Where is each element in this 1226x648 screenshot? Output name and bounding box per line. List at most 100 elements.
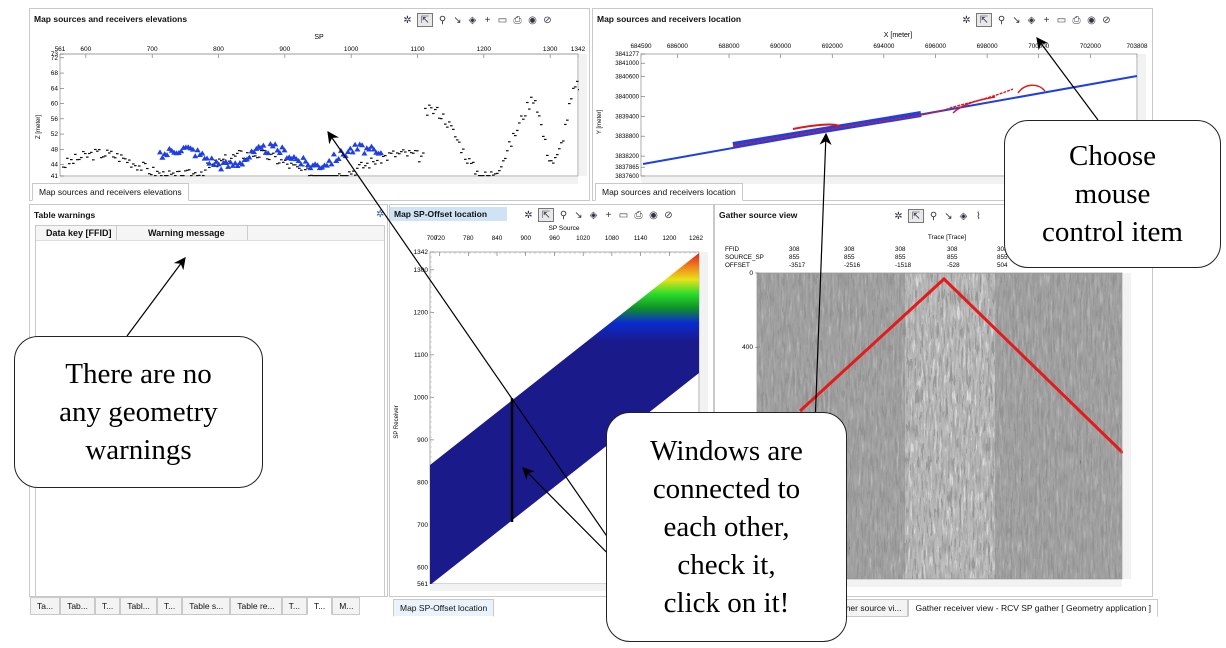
receiver-mark — [336, 175, 339, 177]
bottom-tab[interactable]: T... — [156, 597, 183, 615]
pick-icon[interactable]: ↘ — [573, 210, 584, 221]
bottom-tab[interactable]: Table re... — [230, 597, 282, 615]
comment-icon[interactable]: ▭ — [1056, 15, 1067, 26]
layers-icon[interactable]: ◈ — [588, 210, 599, 221]
x-axis-label: Trace [Trace] — [928, 234, 966, 241]
column-header-data-key[interactable]: Data key [FFID] — [46, 228, 112, 238]
tab-gather-receiver[interactable]: Gather receiver view - RCV SP gather [ G… — [908, 599, 1159, 617]
compass-icon[interactable]: ⊘ — [663, 210, 674, 221]
receiver-mark — [554, 156, 557, 159]
receiver-mark — [200, 171, 203, 173]
x-tick-label: 600 — [80, 46, 91, 53]
mouse-mode-icon[interactable]: ⇱ — [908, 209, 924, 223]
receiver-mark — [258, 156, 261, 158]
bottom-tab[interactable]: T... — [306, 597, 333, 615]
compass-icon[interactable]: ⊘ — [1101, 15, 1112, 26]
crosshair-icon[interactable]: + — [1041, 15, 1052, 26]
x-tick-label: 698000 — [977, 43, 999, 50]
receiver-mark — [432, 112, 435, 115]
pick-icon[interactable]: ↘ — [452, 15, 463, 26]
tab-location[interactable]: Map sources and receivers location — [595, 183, 743, 201]
tab-sp-offset[interactable]: Map SP-Offset location — [393, 599, 495, 617]
x-tick-label: 703808 — [1126, 43, 1148, 50]
bottom-tab[interactable]: T... — [281, 597, 307, 615]
receiver-mark — [236, 152, 239, 155]
mouse-mode-icon[interactable]: ⇱ — [417, 13, 433, 27]
comment-icon[interactable]: ▭ — [618, 210, 629, 221]
layers-icon[interactable]: ◈ — [958, 211, 969, 222]
receiver-mark — [68, 163, 71, 165]
export-icon[interactable]: ⎙ — [633, 210, 644, 221]
compass-icon[interactable]: ⊘ — [542, 15, 553, 26]
mouse-mode-icon[interactable]: ⇱ — [976, 13, 992, 27]
tab-elevations[interactable]: Map sources and receivers elevations — [32, 183, 189, 201]
receiver-mark — [406, 155, 409, 157]
bottom-tab[interactable]: T... — [94, 597, 121, 615]
y-tick-label: 3841000 — [615, 60, 639, 67]
x-axis-label: X [meter] — [884, 32, 912, 39]
receiver-mark — [306, 167, 309, 169]
receiver-mark — [400, 151, 403, 153]
column-header-warning-message[interactable]: Warning message — [148, 228, 225, 238]
bottom-tab[interactable]: Tabl... — [120, 597, 157, 615]
zoom-fit-icon[interactable]: ◉ — [527, 15, 538, 26]
header-value: 855 — [789, 254, 800, 261]
x-axis-label: SP Source — [549, 225, 580, 232]
receiver-mark — [90, 151, 93, 153]
settings-gear-icon[interactable]: ✲ — [523, 210, 534, 221]
receiver-mark — [70, 159, 73, 161]
receiver-mark — [454, 136, 457, 138]
y-tick-label: 3839400 — [615, 113, 639, 120]
settings-gear-icon[interactable]: ✲ — [402, 15, 413, 26]
receiver-mark — [556, 154, 559, 156]
settings-gear-icon[interactable]: ✲ — [893, 211, 904, 222]
receiver-mark — [354, 174, 357, 176]
receiver-mark — [166, 175, 169, 177]
zoom-fit-icon[interactable]: ◉ — [1086, 15, 1097, 26]
receiver-mark — [526, 101, 529, 104]
receiver-mark — [352, 170, 355, 172]
receiver-mark — [542, 135, 545, 138]
zoom-icon[interactable]: ⚲ — [558, 210, 569, 221]
receiver-mark — [120, 154, 123, 156]
receiver-mark — [448, 121, 451, 123]
x-tick-label: 1020 — [576, 235, 591, 242]
bottom-tab-bar: Ta... Tab... T... Tabl... T... Table s... Tabl… — [30, 597, 361, 615]
settings-gear-icon[interactable]: ✲ — [961, 15, 972, 26]
x-tick-label: 1200 — [662, 235, 677, 242]
bottom-tab[interactable]: Table s... — [182, 597, 231, 615]
zoom-icon[interactable]: ⚲ — [928, 211, 939, 222]
receiver-mark — [484, 171, 487, 173]
receiver-mark — [198, 174, 201, 176]
wiggle-icon[interactable]: ⌇ — [973, 211, 984, 222]
pick-icon[interactable]: ↘ — [1011, 15, 1022, 26]
crosshair-icon[interactable]: + — [482, 15, 493, 26]
bottom-tab[interactable]: Tab... — [60, 597, 95, 615]
mouse-mode-icon[interactable]: ⇱ — [538, 208, 554, 222]
export-icon[interactable]: ⎙ — [512, 15, 523, 26]
header-value: -1518 — [895, 262, 912, 269]
layers-icon[interactable]: ◈ — [467, 15, 478, 26]
bottom-tab[interactable]: Ta... — [30, 597, 61, 615]
callout-windows-connected: Windows are connected to each other, che… — [606, 412, 847, 642]
receiver-mark — [160, 175, 163, 177]
settings-gear-icon[interactable]: ✲ — [376, 209, 384, 220]
export-icon[interactable]: ⎙ — [1071, 15, 1082, 26]
receiver-mark — [84, 152, 87, 155]
receiver-mark — [286, 163, 289, 165]
pick-icon[interactable]: ↘ — [943, 211, 954, 222]
layers-icon[interactable]: ◈ — [1026, 15, 1037, 26]
receiver-mark — [504, 157, 507, 160]
receiver-mark — [506, 150, 509, 152]
receiver-mark — [106, 149, 109, 151]
bottom-tab[interactable]: M... — [332, 597, 361, 615]
receiver-mark — [282, 161, 285, 163]
receiver-mark — [404, 151, 407, 153]
crosshair-icon[interactable]: + — [603, 210, 614, 221]
zoom-icon[interactable]: ⚲ — [996, 15, 1007, 26]
elevations-chart[interactable]: SP 561 600 700 800 900 1000 1100 1200 1300 1342 Z… — [30, 27, 591, 195]
zoom-fit-icon[interactable]: ◉ — [648, 210, 659, 221]
zoom-icon[interactable]: ⚲ — [437, 15, 448, 26]
comment-icon[interactable]: ▭ — [497, 15, 508, 26]
source-mark — [192, 153, 199, 159]
